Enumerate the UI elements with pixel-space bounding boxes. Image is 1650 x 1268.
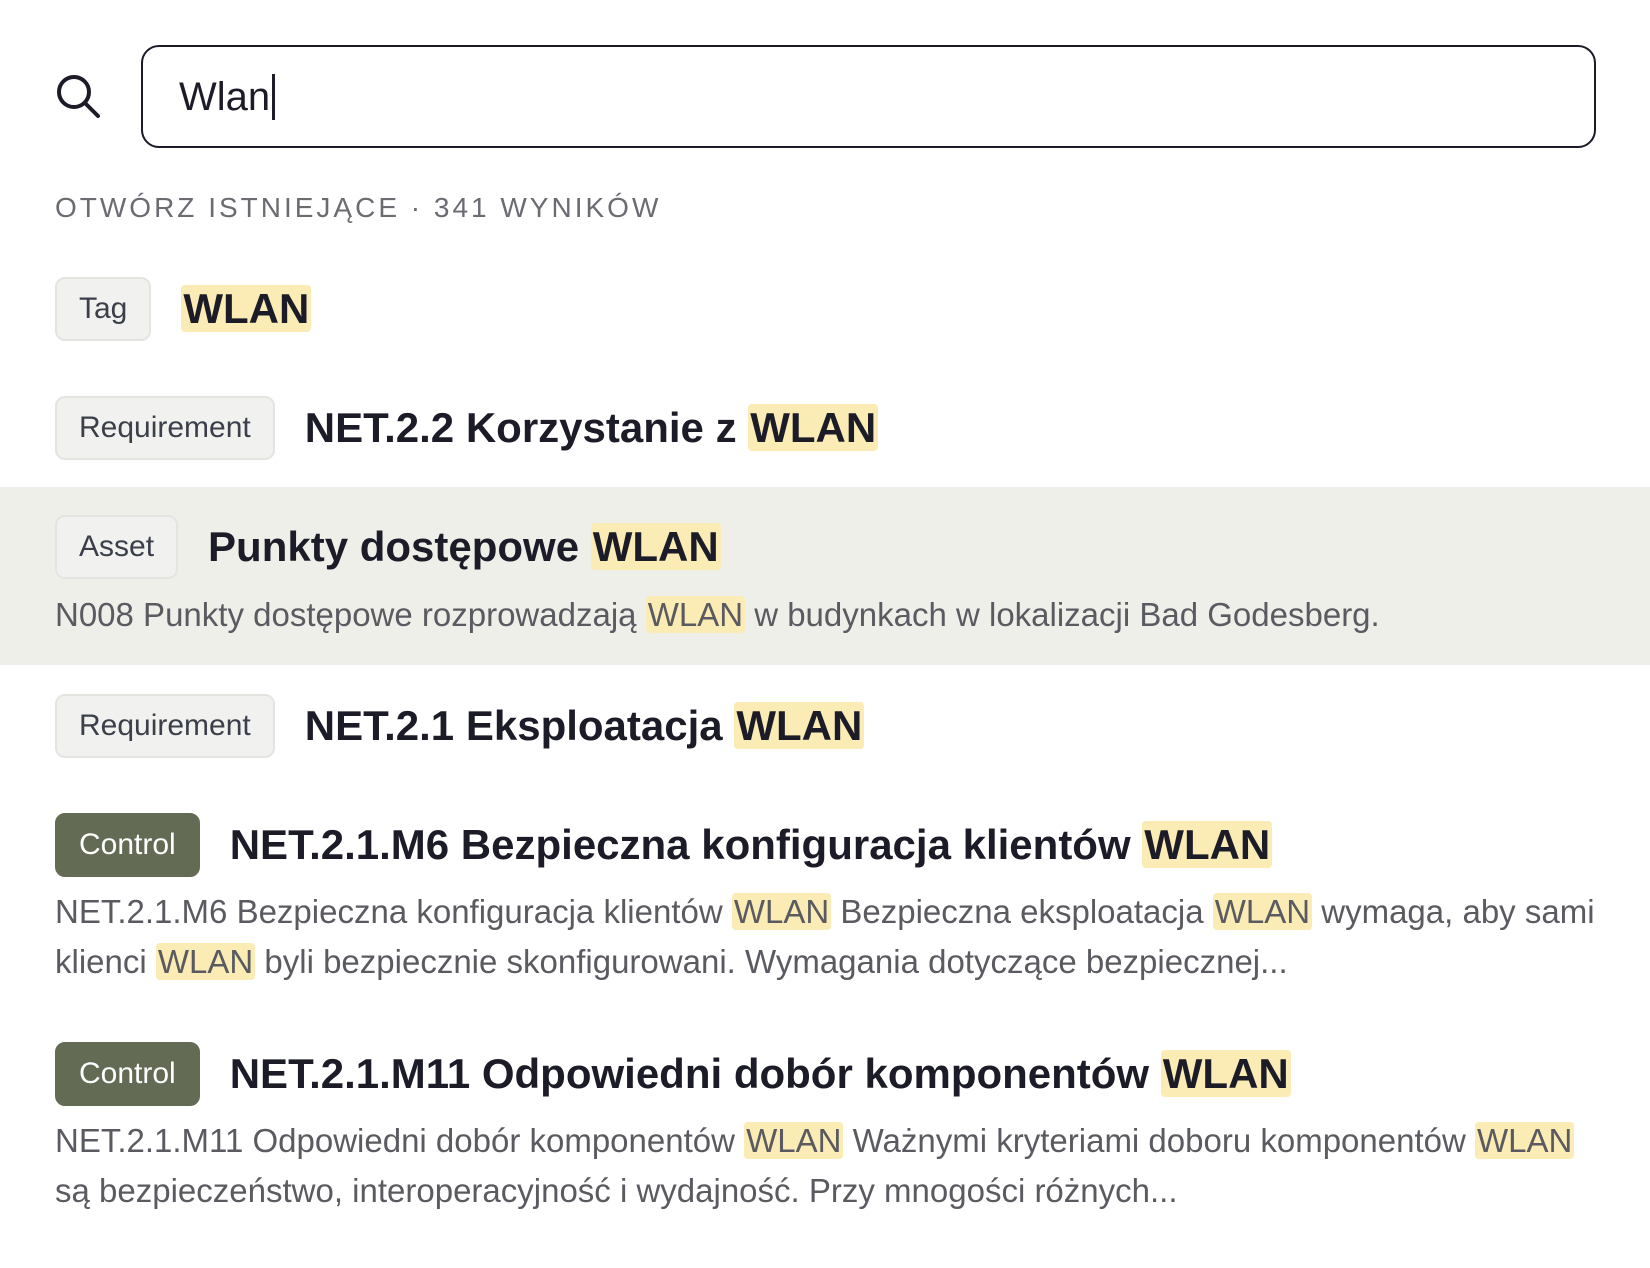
result-item[interactable]: Tag WLAN [0,262,1650,352]
search-icon[interactable] [55,73,101,119]
result-title: NET.2.1.M6 Bezpieczna konfiguracja klien… [229,821,1273,868]
result-type-badge: Control [55,1042,200,1106]
match-highlight: WLAN [748,404,879,451]
result-type-badge: Control [55,813,200,877]
result-title: Punkty dostępowe WLAN [208,523,721,570]
result-description: NET.2.1.M6 Bezpieczna konfiguracja klien… [55,893,1595,980]
result-item[interactable]: Control NET.2.1.M11 Odpowiedni dobór kom… [0,1027,1650,1227]
match-highlight: WLAN [1474,1122,1575,1159]
result-type-badge: Asset [55,515,179,579]
text-caret [272,73,276,120]
result-type-badge: Requirement [55,396,275,460]
match-highlight: WLAN [155,943,256,980]
match-highlight: WLAN [1142,821,1273,868]
match-highlight: WLAN [744,1122,844,1159]
match-highlight: WLAN [1212,893,1313,930]
match-highlight: WLAN [645,596,746,633]
result-title: NET.2.1 Eksploatacja WLAN [304,702,865,749]
result-description: NET.2.1.M11 Odpowiedni dobór komponentów… [55,1122,1575,1209]
search-input[interactable]: Wlan [141,45,1596,148]
match-highlight: WLAN [731,893,832,930]
results-section-label: OTWÓRZ ISTNIEJĄCE · 341 WYNIKÓW [55,192,662,223]
result-type-badge: Tag [55,277,152,341]
result-type-badge: Requirement [55,694,275,758]
match-highlight: WLAN [734,702,865,749]
search-bar: Wlan [0,0,1650,148]
result-title: NET.2.1.M11 Odpowiedni dobór komponentów… [229,1050,1291,1097]
match-highlight: WLAN [1160,1050,1291,1097]
result-title: NET.2.2 Korzystanie z WLAN [304,404,879,451]
match-highlight: WLAN [590,523,721,570]
result-item[interactable]: Requirement NET.2.1 Eksploatacja WLAN [0,679,1650,769]
result-item-selected[interactable]: Asset Punkty dostępowe WLAN N008 Punkty … [0,487,1650,665]
result-description: N008 Punkty dostępowe rozprowadzają WLAN… [55,596,1380,633]
result-item[interactable]: Control NET.2.1.M6 Bezpieczna konfigurac… [0,798,1650,998]
result-title: WLAN [181,285,312,333]
match-highlight: WLAN [181,285,312,332]
search-input-value[interactable]: Wlan [179,77,270,117]
result-item[interactable]: Requirement NET.2.2 Korzystanie z WLAN [0,381,1650,471]
